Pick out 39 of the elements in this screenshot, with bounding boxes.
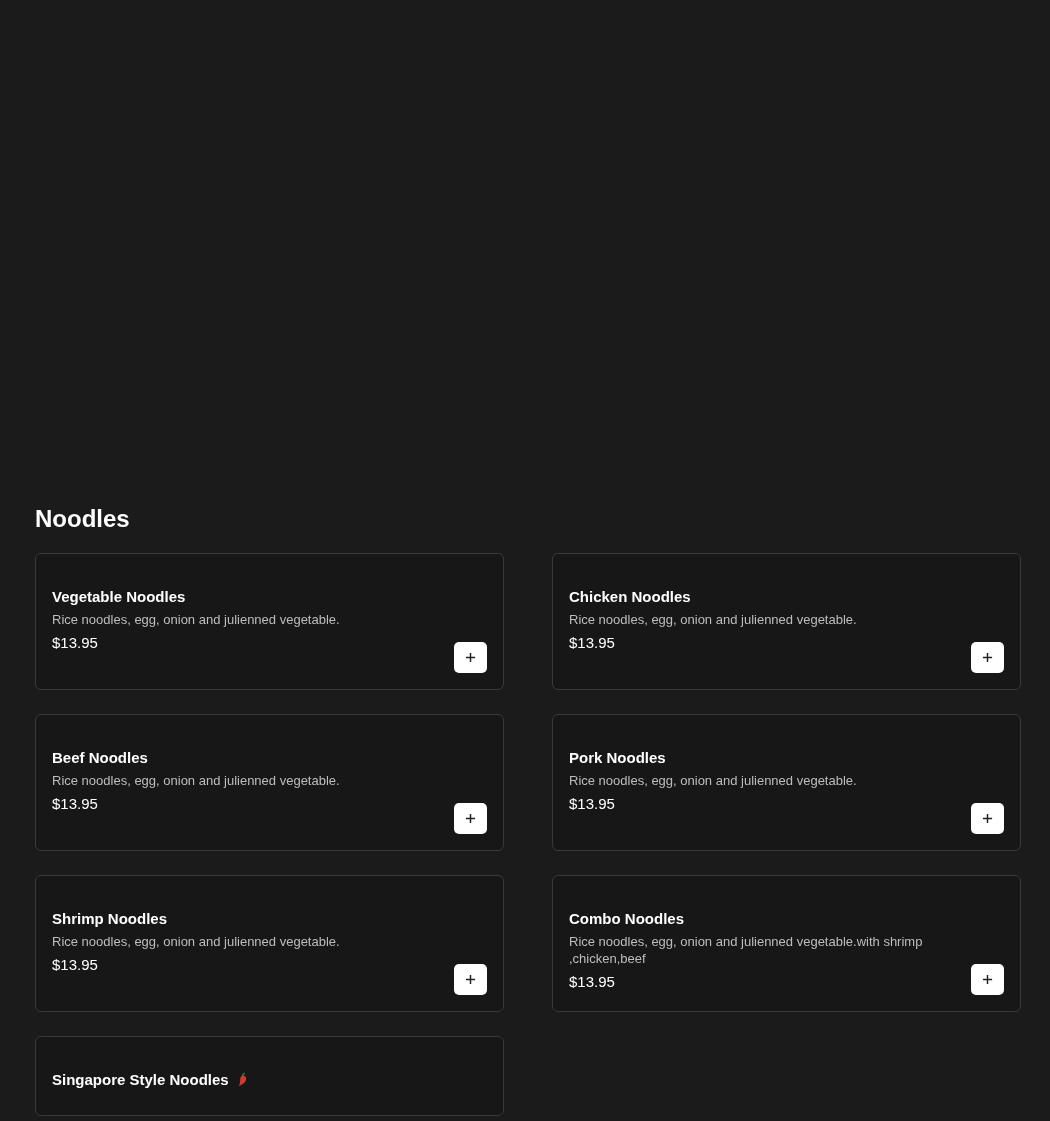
add-button[interactable]	[971, 964, 1004, 995]
item-description: Rice noodles, egg, onion and julienned vegetable.	[52, 933, 340, 950]
item-price: $13.95	[52, 795, 99, 812]
menu-item-card[interactable]: Shrimp Noodles Rice noodles, egg, onion and julienned vegetable. $13.95	[35, 875, 504, 1012]
item-name: Singapore Style Noodles	[52, 1071, 229, 1088]
menu-item-card[interactable]: Vegetable Noodles Rice noodles, egg, onion and julienned vegetable. $13.95	[35, 553, 504, 690]
item-price: $13.95	[52, 634, 99, 651]
item-price: $13.95	[569, 634, 616, 651]
menu-item-card[interactable]: Chicken Noodles Rice noodles, egg, onion and julienned vegetable. $13.95	[552, 553, 1021, 690]
section-heading: Noodles	[35, 505, 131, 533]
plus-icon	[982, 813, 993, 824]
item-description: Rice noodles, egg, onion and julienned vegetable.	[52, 611, 340, 628]
plus-icon	[982, 974, 993, 985]
plus-icon	[465, 974, 476, 985]
add-button[interactable]	[454, 964, 487, 995]
item-price: $13.95	[569, 795, 616, 812]
item-description: Rice noodles, egg, onion and julienned vegetable.	[52, 772, 340, 789]
menu-item-card[interactable]: Pork Noodles Rice noodles, egg, onion and julienned vegetable. $13.95	[552, 714, 1021, 851]
item-name: Pork Noodles	[569, 749, 666, 766]
plus-icon	[465, 813, 476, 824]
add-button[interactable]	[454, 803, 487, 834]
item-price: $13.95	[52, 956, 99, 973]
item-name: Shrimp Noodles	[52, 910, 167, 927]
menu-item-card[interactable]: Combo Noodles Rice noodles, egg, onion and julienned vegetable.with shrimp ,chicken,beef $13.95	[552, 875, 1021, 1012]
item-description: Rice noodles, egg, onion and julienned vegetable.	[569, 772, 857, 789]
item-description: Rice noodles, egg, onion and julienned vegetable.	[569, 611, 857, 628]
item-name: Combo Noodles	[569, 910, 684, 927]
item-description: Rice noodles, egg, onion and julienned vegetable.with shrimp ,chicken,beef	[569, 933, 924, 967]
add-button[interactable]	[454, 642, 487, 673]
plus-icon	[982, 652, 993, 663]
plus-icon	[465, 652, 476, 663]
item-name: Chicken Noodles	[569, 588, 691, 605]
menu-item-card[interactable]: Singapore Style Noodles	[35, 1036, 504, 1116]
item-name: Vegetable Noodles	[52, 588, 186, 605]
add-button[interactable]	[971, 642, 1004, 673]
add-button[interactable]	[971, 803, 1004, 834]
item-name: Beef Noodles	[52, 749, 148, 766]
item-price: $13.95	[569, 973, 616, 990]
menu-item-card[interactable]: Beef Noodles Rice noodles, egg, onion and julienned vegetable. $13.95	[35, 714, 504, 851]
